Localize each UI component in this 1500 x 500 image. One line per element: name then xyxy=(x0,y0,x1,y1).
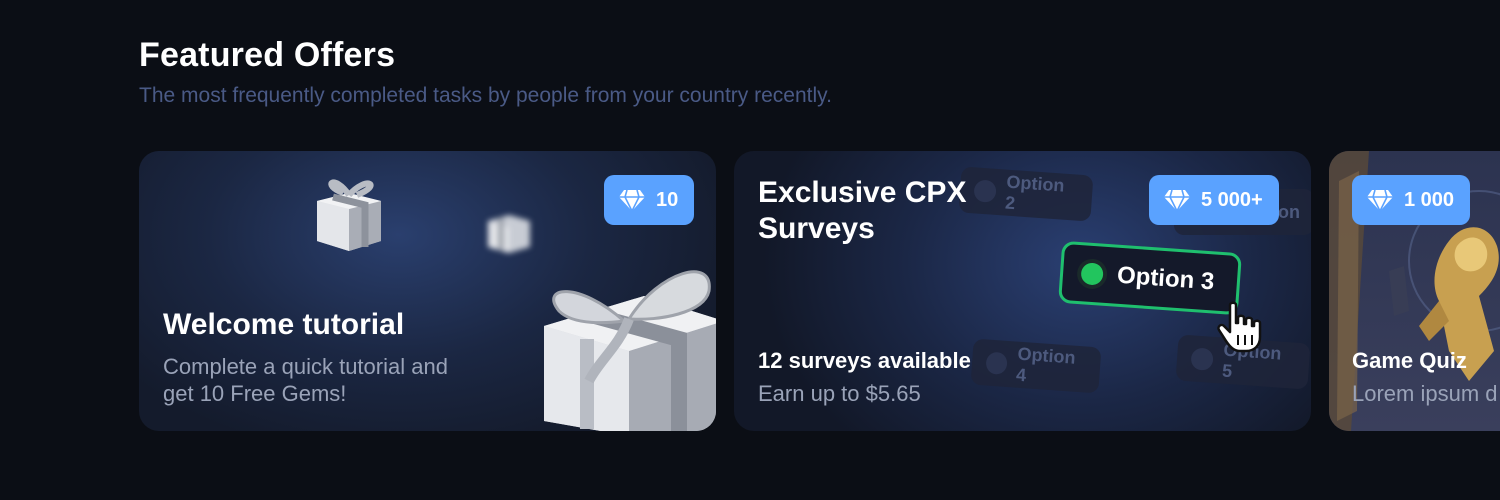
offer-card-cpx-surveys[interactable]: Option 2 on Option 4 Option 5 Option 3 5… xyxy=(734,151,1311,431)
hand-pointer-icon xyxy=(1217,301,1262,353)
radio-dot-selected xyxy=(1080,262,1104,286)
gem-reward-amount: 5 000+ xyxy=(1201,188,1263,211)
earn-amount: Earn up to $5.65 xyxy=(758,381,921,406)
card-title: Welcome tutorial xyxy=(163,308,405,341)
offers-carousel: 10 Welcome tutorial Complete a quick tut… xyxy=(0,151,1500,431)
survey-option-3-selected: Option 3 xyxy=(1058,240,1242,316)
option-label: Option 4 xyxy=(1015,343,1077,386)
offer-card-welcome-tutorial[interactable]: 10 Welcome tutorial Complete a quick tut… xyxy=(139,151,716,431)
card-title: Exclusive CPX Surveys xyxy=(758,176,967,245)
survey-option-4: Option 4 xyxy=(970,338,1102,394)
radio-dot xyxy=(985,351,1008,375)
gem-reward-badge: 10 xyxy=(604,175,695,225)
gift-box-large-icon xyxy=(544,270,716,431)
card-description: Lorem ipsum d xyxy=(1352,381,1498,406)
card-title: Game Quiz xyxy=(1352,348,1467,373)
radio-dot xyxy=(1190,347,1214,371)
gift-box-blurred-icon xyxy=(488,215,530,253)
gem-icon xyxy=(619,189,645,212)
featured-offers-section: Featured Offers The most frequently comp… xyxy=(0,0,1500,500)
gem-icon xyxy=(1164,189,1190,212)
gift-box-small-icon xyxy=(317,179,381,251)
card-description: Complete a quick tutorial and get 10 Fre… xyxy=(163,354,448,406)
gem-icon xyxy=(1367,189,1393,212)
option-label: on xyxy=(1278,201,1300,222)
gem-reward-badge: 1 000 xyxy=(1352,175,1471,225)
offer-card-game-quiz[interactable]: 1 000 Game Quiz Lorem ipsum d xyxy=(1329,151,1500,431)
section-title: Featured Offers xyxy=(139,36,396,74)
gem-reward-badge: 5 000+ xyxy=(1149,175,1279,225)
option-label: Option 3 xyxy=(1116,261,1216,296)
section-subtitle: The most frequently completed tasks by p… xyxy=(139,84,832,107)
gem-reward-amount: 1 000 xyxy=(1404,188,1455,211)
surveys-count: 12 surveys available xyxy=(758,348,971,373)
gem-reward-amount: 10 xyxy=(656,188,679,211)
